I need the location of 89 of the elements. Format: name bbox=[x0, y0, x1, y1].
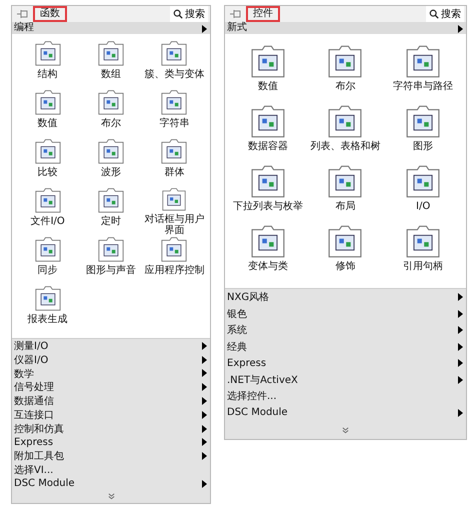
menu-item[interactable]: 仪器I/O bbox=[12, 352, 210, 367]
palette-item[interactable]: 布尔 bbox=[79, 89, 143, 138]
folder-icon bbox=[250, 164, 285, 198]
folder-icon bbox=[328, 44, 362, 78]
palette-item[interactable]: I/O bbox=[384, 164, 462, 224]
category-header[interactable]: 编程 bbox=[12, 22, 210, 34]
palette-title[interactable]: 函数 bbox=[33, 6, 67, 22]
folder-icon bbox=[161, 89, 188, 115]
menu-item[interactable]: 选择VI... bbox=[12, 463, 210, 477]
pin-icon[interactable] bbox=[229, 8, 243, 20]
menu-item[interactable]: 数学 bbox=[12, 366, 210, 380]
category-header[interactable]: 新式 bbox=[225, 22, 466, 34]
folder-icon bbox=[406, 104, 440, 138]
folder-icon bbox=[406, 224, 440, 258]
folder-icon bbox=[161, 138, 188, 164]
palette-item[interactable]: 数组 bbox=[79, 40, 143, 89]
palette-item[interactable]: 报表生成 bbox=[16, 285, 80, 334]
folder-icon bbox=[98, 187, 124, 213]
folder-icon bbox=[406, 44, 440, 78]
folder-icon bbox=[328, 164, 362, 198]
menu-item[interactable]: 附加工具包 bbox=[12, 449, 210, 464]
menu-item[interactable]: 测量I/O bbox=[12, 339, 210, 353]
palette-item[interactable]: 应用程序控制 bbox=[142, 236, 206, 285]
menu-item[interactable]: Express bbox=[225, 355, 466, 372]
folder-icon bbox=[250, 224, 285, 258]
palette-item[interactable]: 图形 bbox=[384, 104, 462, 164]
folder-icon bbox=[34, 187, 61, 213]
folder-icon bbox=[328, 224, 362, 258]
menu-item[interactable]: DSC Module bbox=[225, 404, 466, 421]
palette-item[interactable]: 簇、类与变体 bbox=[142, 40, 206, 89]
submenu-arrow-icon bbox=[202, 25, 207, 33]
search-icon bbox=[173, 9, 183, 19]
folder-icon bbox=[328, 104, 362, 138]
palette-item[interactable]: 波形 bbox=[79, 138, 143, 187]
folder-icon bbox=[34, 236, 61, 262]
menu-item[interactable]: 系统 bbox=[225, 322, 466, 338]
menu-item[interactable]: DSC Module bbox=[12, 476, 210, 491]
folder-icon bbox=[34, 89, 61, 115]
palette-item[interactable]: 修饰 bbox=[306, 224, 384, 284]
folder-icon bbox=[250, 104, 285, 138]
menu-item[interactable]: 信号处理 bbox=[12, 380, 210, 394]
menu-item[interactable]: Express bbox=[12, 436, 210, 450]
palette-item[interactable]: 定时 bbox=[79, 187, 143, 236]
folder-icon bbox=[34, 285, 61, 311]
palette-title[interactable]: 控件 bbox=[246, 6, 280, 22]
palette-item[interactable]: 引用句柄 bbox=[384, 224, 462, 284]
palette-item[interactable]: 下拉列表与枚举 bbox=[229, 164, 307, 224]
folder-icon bbox=[98, 89, 124, 115]
palette-item[interactable]: 数值 bbox=[229, 44, 307, 104]
folder-icon bbox=[161, 187, 188, 211]
palette-item[interactable]: 布局 bbox=[306, 164, 384, 224]
expand-icon[interactable] bbox=[342, 426, 349, 434]
menu-item[interactable]: 数据通信 bbox=[12, 394, 210, 408]
search-button[interactable]: 搜索 bbox=[170, 6, 208, 22]
palette-item[interactable]: 群体 bbox=[142, 138, 206, 187]
folder-icon bbox=[161, 236, 188, 262]
pin-icon[interactable] bbox=[16, 8, 30, 20]
palette-item[interactable]: 文件I/O bbox=[16, 187, 80, 236]
palette-item[interactable]: 字符串与路径 bbox=[384, 44, 462, 104]
palette-item[interactable]: 数据容器 bbox=[229, 104, 307, 164]
menu-item[interactable]: 互连接口 bbox=[12, 408, 210, 422]
menu-item[interactable]: NXG风格 bbox=[225, 289, 466, 306]
folder-icon bbox=[250, 44, 285, 78]
folder-icon bbox=[34, 138, 61, 164]
folder-icon bbox=[406, 164, 440, 198]
submenu-arrow-icon bbox=[458, 25, 463, 33]
expand-icon[interactable] bbox=[108, 493, 114, 500]
menu-item[interactable]: 选择控件... bbox=[225, 388, 466, 404]
palette-item[interactable]: 图形与声音 bbox=[79, 236, 143, 285]
search-icon bbox=[429, 9, 439, 19]
palette-item[interactable]: 数值 bbox=[16, 89, 80, 138]
menu-item[interactable]: 银色 bbox=[225, 306, 466, 322]
folder-icon bbox=[34, 40, 61, 66]
palette-item[interactable]: 布尔 bbox=[306, 44, 384, 104]
menu-item[interactable]: 控制和仿真 bbox=[12, 422, 210, 436]
folder-icon bbox=[98, 236, 124, 262]
palette-item[interactable]: 结构 bbox=[16, 40, 80, 89]
menu-item[interactable]: 经典 bbox=[225, 338, 466, 355]
palette-item[interactable]: 变体与类 bbox=[229, 224, 307, 284]
palette-item[interactable]: 比较 bbox=[16, 138, 80, 187]
palette-item[interactable]: 同步 bbox=[16, 236, 80, 285]
folder-icon bbox=[98, 40, 124, 66]
folder-icon bbox=[161, 40, 188, 66]
search-button[interactable]: 搜索 bbox=[426, 6, 464, 22]
folder-icon bbox=[98, 138, 124, 164]
palette-item[interactable]: 字符串 bbox=[142, 89, 206, 138]
palette-item[interactable]: 对话框与用户界面 bbox=[142, 187, 206, 236]
menu-item[interactable]: .NET与ActiveX bbox=[225, 372, 466, 388]
palette-item[interactable]: 列表、表格和树 bbox=[306, 104, 384, 164]
